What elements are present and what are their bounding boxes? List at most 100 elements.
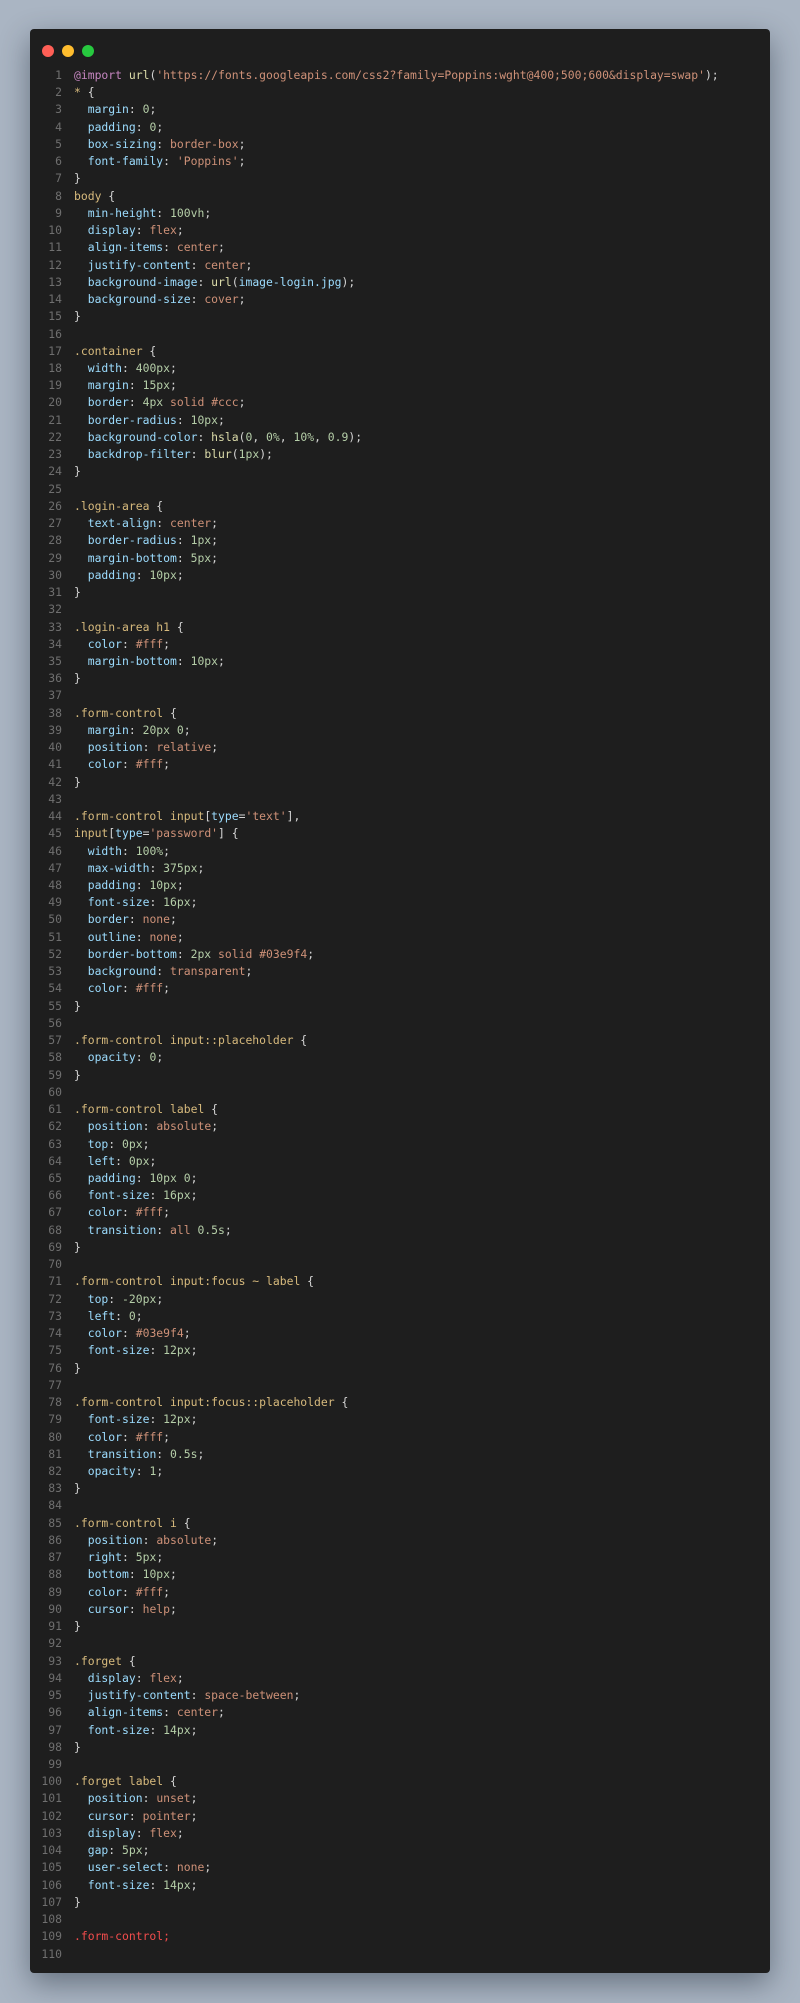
code-token: 'https://fonts.googleapis.com/css2?famil… xyxy=(156,68,705,82)
code-token: #fff xyxy=(135,757,164,772)
code-token: 12px xyxy=(163,1343,191,1358)
line-number: 31 xyxy=(48,585,62,600)
line-number: 68 xyxy=(48,1222,62,1237)
code-token: 16px xyxy=(163,1188,191,1203)
code-token: } xyxy=(74,171,81,186)
code-token: padding xyxy=(87,1171,136,1185)
code-token: ; xyxy=(197,1446,205,1461)
code-token: } xyxy=(74,1894,81,1909)
code-line: 6 font-family: 'Poppins'; xyxy=(30,153,770,170)
code-token: : xyxy=(128,1601,143,1616)
line-number: 46 xyxy=(48,843,62,858)
line-number: 90 xyxy=(48,1601,62,1616)
code-line: 53 background: transparent; xyxy=(30,963,770,980)
code-token: ; xyxy=(197,860,205,875)
code-token: ; xyxy=(156,1550,164,1565)
minimize-window-icon[interactable] xyxy=(62,45,74,57)
code-token: #fff xyxy=(135,981,164,996)
code-token: : xyxy=(149,1877,164,1892)
code-token: background-image xyxy=(87,274,198,289)
line-number: 1 xyxy=(55,68,62,82)
close-window-icon[interactable] xyxy=(42,45,54,57)
code-token: solid xyxy=(218,946,253,961)
code-token: text-align xyxy=(87,516,157,531)
code-token: type xyxy=(115,826,143,841)
code-line: 74 color: #03e9f4; xyxy=(30,1325,770,1342)
code-line: 28 border-radius: 1px; xyxy=(30,532,770,549)
code-token: display xyxy=(87,1825,136,1840)
code-token: input xyxy=(74,826,109,841)
code-line: 43 xyxy=(30,791,770,808)
code-token: ); xyxy=(704,68,719,82)
code-token: padding xyxy=(87,878,136,893)
code-line: 37 xyxy=(30,687,770,704)
code-line: 68 transition: all 0.5s; xyxy=(30,1222,770,1239)
code-line: 38 .form-control { xyxy=(30,705,770,722)
code-token: } xyxy=(74,1239,81,1254)
code-token: : xyxy=(163,240,177,255)
code-line: 7} xyxy=(30,170,770,187)
code-token: ; xyxy=(190,1877,198,1892)
code-token: : xyxy=(135,119,150,134)
code-line: 44 .form-control input[type='text'], xyxy=(30,808,770,825)
code-token: opacity xyxy=(87,1463,136,1478)
code-token: : xyxy=(149,1722,164,1737)
code-token: .form-control label xyxy=(74,1102,205,1117)
code-area[interactable]: 1 @import url('https://fonts.googleapis.c… xyxy=(30,67,770,1963)
code-token: ); xyxy=(259,447,273,462)
code-line: 60 xyxy=(30,1084,770,1101)
code-line: 41 color: #fff; xyxy=(30,756,770,773)
code-token: ; xyxy=(170,1567,177,1582)
code-token: ; xyxy=(218,1705,225,1720)
code-line: 86 position: absolute; xyxy=(30,1532,770,1549)
code-token: 'Poppins' xyxy=(176,154,239,169)
code-token: margin xyxy=(87,378,129,393)
line-number: 38 xyxy=(48,705,62,720)
line-number: 74 xyxy=(48,1326,62,1341)
code-token: * xyxy=(74,85,81,100)
code-token: ; xyxy=(218,653,225,668)
line-number: 25 xyxy=(48,481,62,496)
code-line: 22 background-color: hsla(0, 0%, 10%, 0.… xyxy=(30,429,770,446)
code-line: 75 font-size: 12px; xyxy=(30,1342,770,1359)
code-token: border-radius xyxy=(87,412,177,427)
line-number: 109 xyxy=(41,1929,62,1944)
code-token: 14px xyxy=(163,1722,191,1737)
code-token: border xyxy=(87,912,129,927)
code-token: help xyxy=(142,1601,171,1616)
code-token: ; xyxy=(190,1808,198,1823)
maximize-window-icon[interactable] xyxy=(82,45,94,57)
code-token: ; xyxy=(218,240,225,255)
code-line: 21 border-radius: 10px; xyxy=(30,412,770,429)
code-token: color xyxy=(87,981,123,996)
code-line: 45 input[type='password'] { xyxy=(30,825,770,842)
line-number: 34 xyxy=(48,636,62,651)
code-token: ; xyxy=(176,1670,184,1685)
code-token: { xyxy=(204,1102,219,1117)
code-token: padding xyxy=(87,119,136,134)
code-line: 52 border-bottom: 2px solid #03e9f4; xyxy=(30,946,770,963)
code-token: } xyxy=(74,671,81,686)
code-line: 62 position: absolute; xyxy=(30,1118,770,1135)
line-number: 73 xyxy=(48,1308,62,1323)
code-token: ; xyxy=(238,292,246,307)
code-line: 13 background-image: url(image-login.jpg… xyxy=(30,274,770,291)
line-number: 2 xyxy=(55,85,62,100)
